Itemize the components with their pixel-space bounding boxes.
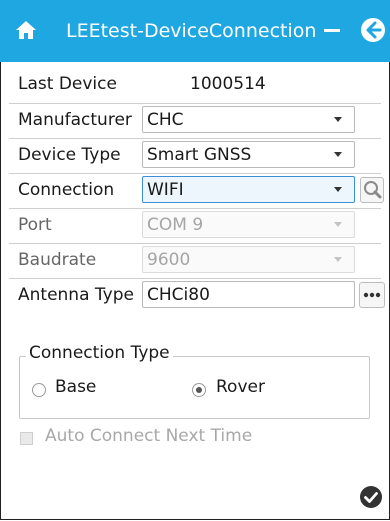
baudrate-label: Baudrate bbox=[18, 250, 97, 270]
minimize-icon[interactable] bbox=[320, 18, 344, 42]
device-type-select[interactable]: Smart GNSS bbox=[142, 141, 355, 168]
auto-connect-checkbox bbox=[20, 432, 33, 445]
port-value: COM 9 bbox=[147, 215, 204, 235]
manufacturer-value: CHC bbox=[147, 110, 184, 130]
connection-type-legend: Connection Type bbox=[26, 343, 173, 363]
antenna-type-value: CHCi80 bbox=[147, 285, 210, 305]
connection-row: Connection WIFI bbox=[0, 176, 390, 204]
manufacturer-label: Manufacturer bbox=[18, 110, 132, 130]
manufacturer-row: Manufacturer CHC bbox=[0, 106, 390, 134]
antenna-type-input[interactable]: CHCi80 bbox=[142, 281, 355, 308]
radio-rover[interactable] bbox=[192, 383, 206, 397]
manufacturer-select[interactable]: CHC bbox=[142, 106, 355, 133]
last-device-label: Last Device bbox=[18, 74, 117, 94]
device-type-row: Device Type Smart GNSS bbox=[0, 141, 390, 169]
check-circle-icon[interactable] bbox=[359, 485, 383, 509]
search-button[interactable] bbox=[360, 177, 384, 203]
divider bbox=[9, 138, 381, 139]
baudrate-value: 9600 bbox=[147, 250, 191, 270]
chevron-down-icon bbox=[334, 117, 342, 122]
antenna-type-label: Antenna Type bbox=[18, 285, 134, 305]
connection-select[interactable]: WIFI bbox=[142, 176, 355, 203]
auto-connect-label: Auto Connect Next Time bbox=[45, 426, 253, 446]
divider bbox=[9, 208, 381, 209]
device-type-label: Device Type bbox=[18, 145, 121, 165]
divider bbox=[9, 278, 381, 279]
device-type-value: Smart GNSS bbox=[147, 145, 252, 165]
last-device-value: 1000514 bbox=[190, 74, 266, 94]
antenna-more-button[interactable] bbox=[359, 282, 385, 308]
connection-value: WIFI bbox=[147, 180, 184, 200]
divider bbox=[9, 173, 381, 174]
chevron-down-icon bbox=[334, 222, 342, 227]
antenna-type-row: Antenna Type CHCi80 bbox=[0, 281, 390, 309]
more-icon bbox=[363, 292, 381, 298]
home-icon[interactable] bbox=[14, 18, 38, 42]
chevron-down-icon bbox=[334, 257, 342, 262]
radio-base[interactable] bbox=[32, 383, 46, 397]
chevron-down-icon bbox=[334, 152, 342, 157]
last-device-row: Last Device 1000514 bbox=[0, 74, 390, 98]
connection-label: Connection bbox=[18, 180, 115, 200]
radio-rover-label[interactable]: Rover bbox=[216, 377, 265, 397]
radio-base-label[interactable]: Base bbox=[55, 377, 96, 397]
port-label: Port bbox=[18, 215, 52, 235]
divider bbox=[9, 243, 381, 244]
baudrate-row: Baudrate 9600 bbox=[0, 246, 390, 274]
title-bar: LEEtest-DeviceConnection bbox=[0, 0, 390, 62]
baudrate-select: 9600 bbox=[142, 246, 355, 273]
chevron-down-icon bbox=[334, 187, 342, 192]
search-icon bbox=[364, 181, 382, 199]
divider bbox=[9, 103, 381, 104]
back-arrow-icon[interactable] bbox=[360, 17, 386, 43]
port-row: Port COM 9 bbox=[0, 211, 390, 239]
page-title: LEEtest-DeviceConnection bbox=[66, 20, 317, 42]
port-select: COM 9 bbox=[142, 211, 355, 238]
